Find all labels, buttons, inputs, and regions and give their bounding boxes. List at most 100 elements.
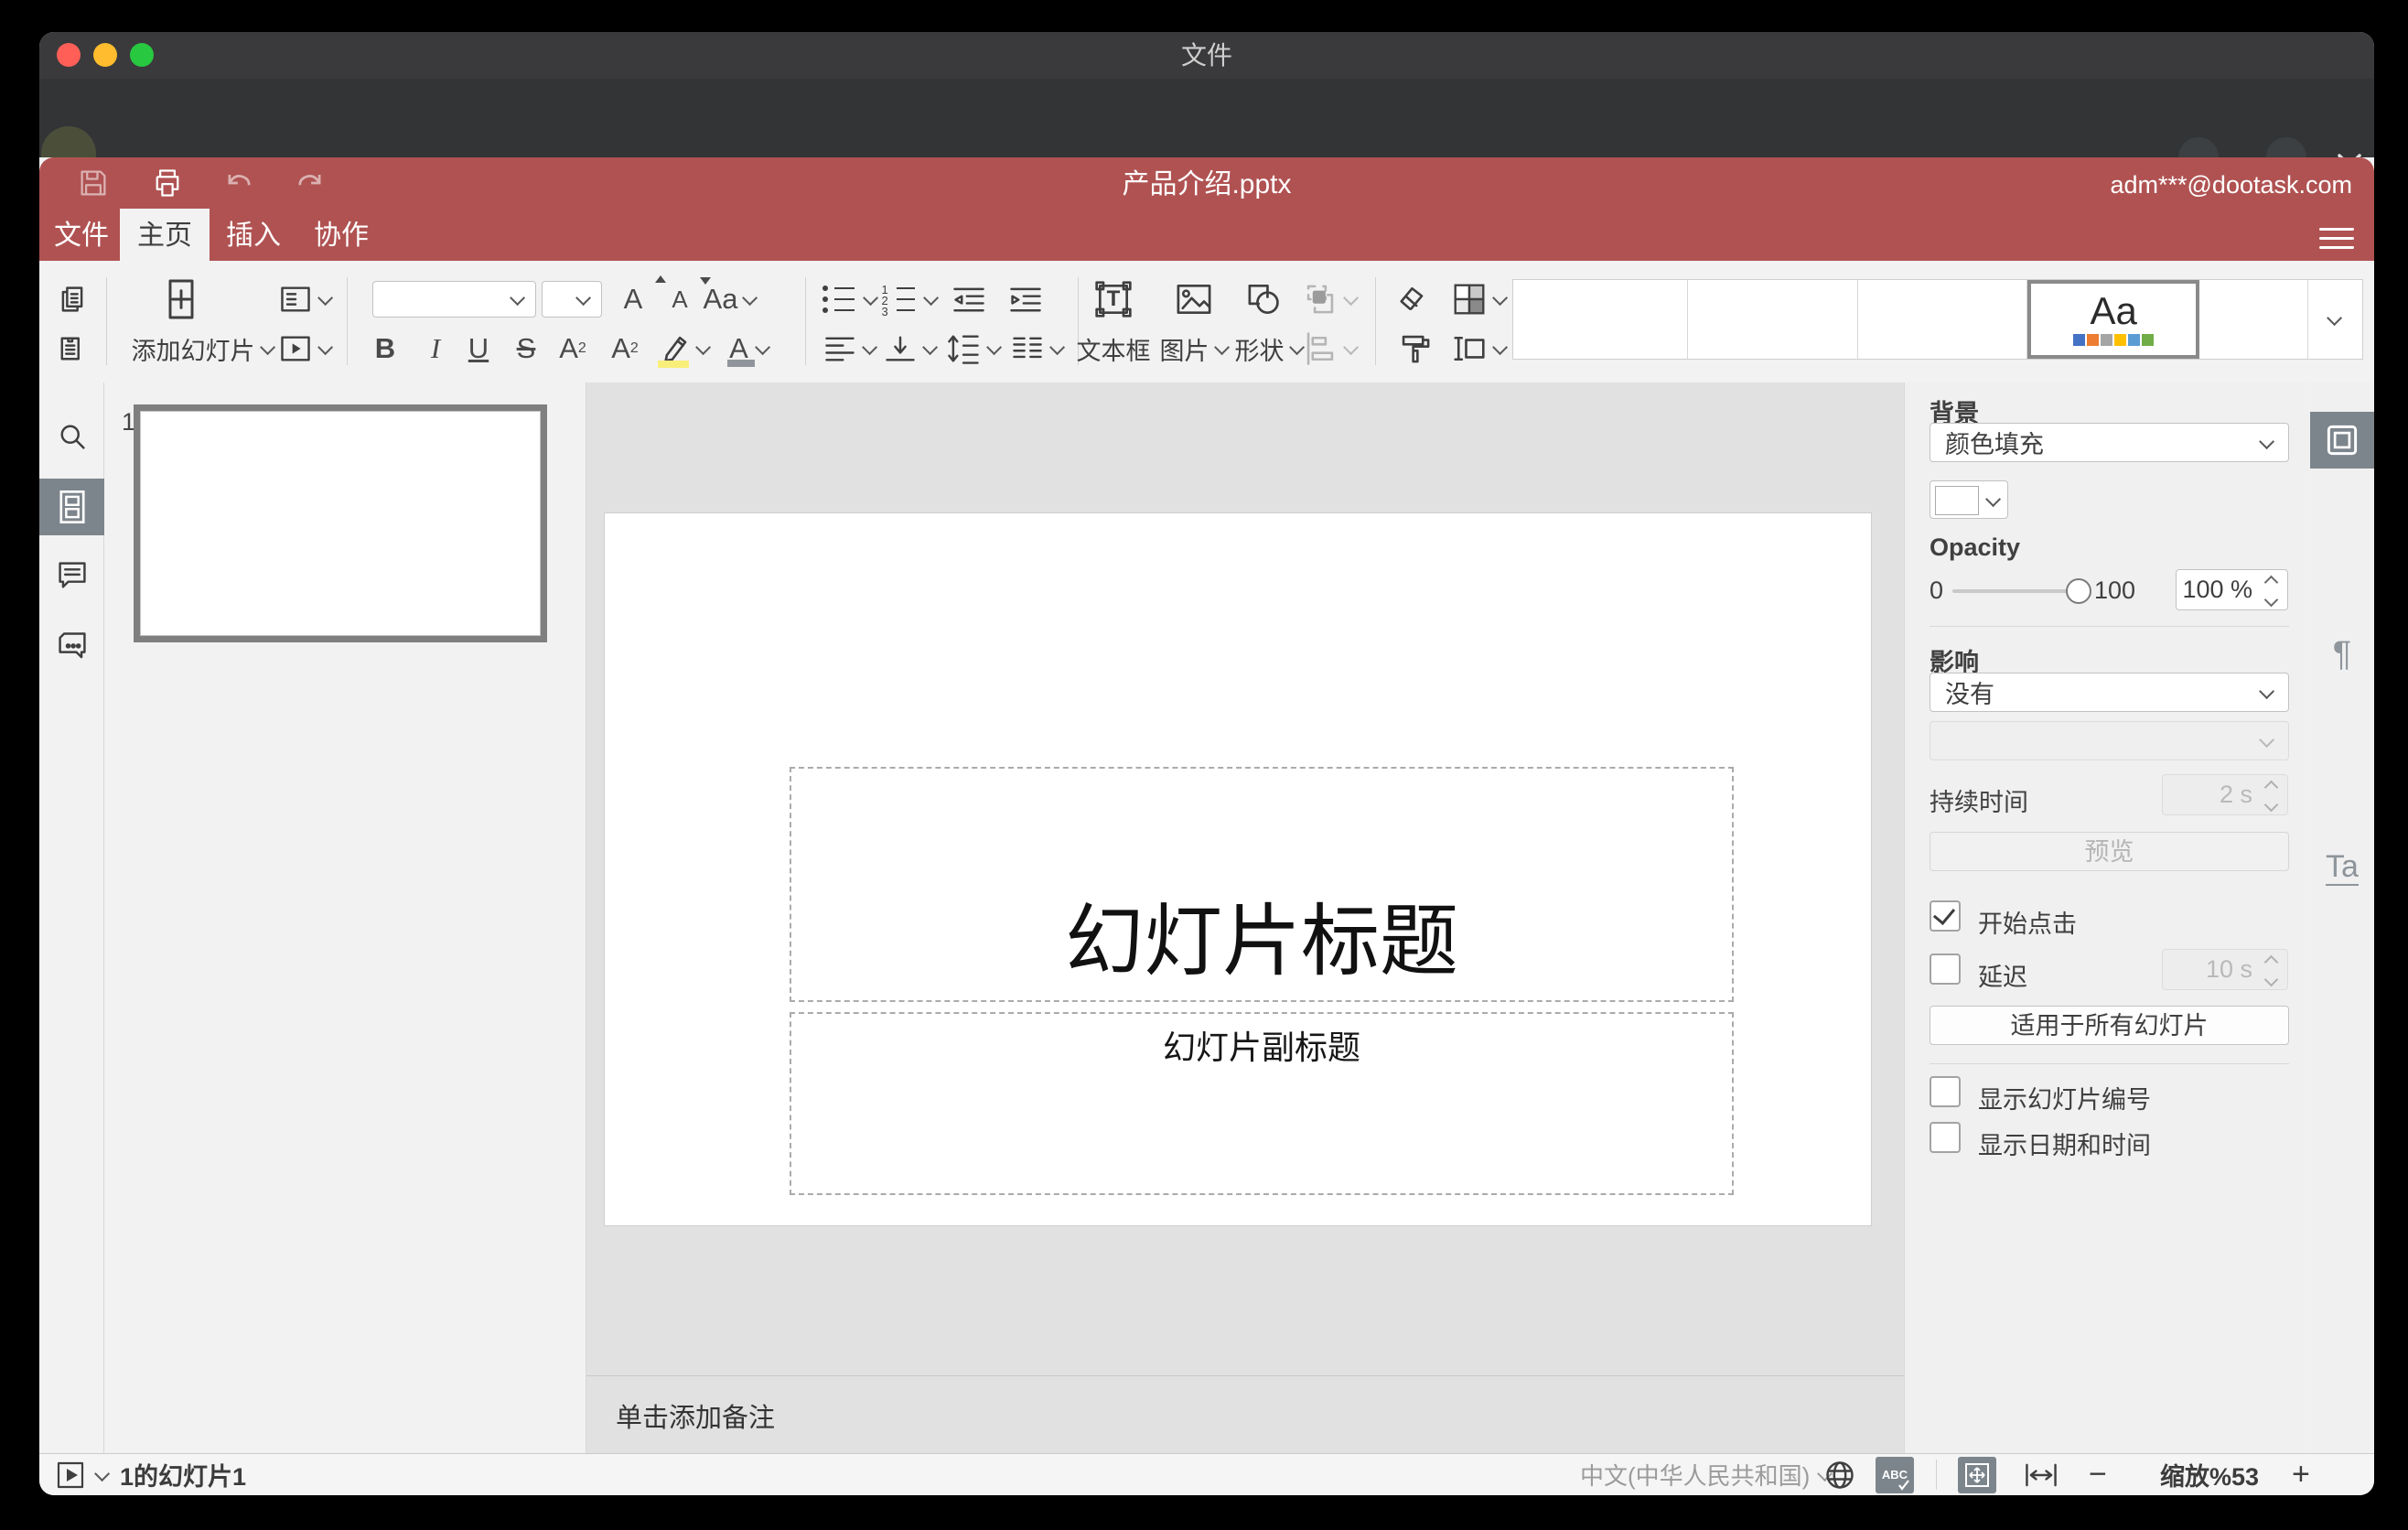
notes-placeholder[interactable]: 单击添加备注 xyxy=(616,1396,775,1435)
rail-shape-settings-button[interactable] xyxy=(2310,483,2374,540)
copy-button[interactable] xyxy=(52,279,92,319)
decrease-font-icon: A xyxy=(672,285,688,313)
bold-button[interactable]: B xyxy=(365,329,405,369)
select-tool-button[interactable] xyxy=(1388,279,1443,319)
fit-to-width-button[interactable] xyxy=(2023,1454,2059,1495)
effect-select[interactable]: 没有 xyxy=(1930,673,2289,712)
tab-file[interactable]: 文件 xyxy=(47,209,116,261)
close-icon[interactable] xyxy=(2329,145,2370,157)
fit-to-slide-button[interactable] xyxy=(1958,1454,1996,1495)
opacity-spinner[interactable]: 100 % xyxy=(2176,569,2288,610)
textbox-button[interactable]: T xyxy=(1071,279,1156,319)
slide-editor[interactable]: 幻灯片标题 幻灯片副标题 xyxy=(604,512,1872,1226)
align-objects-icon xyxy=(1306,332,1333,365)
start-slideshow-status-button[interactable] xyxy=(56,1454,111,1495)
set-language-button[interactable] xyxy=(1823,1454,1856,1495)
arrange-button[interactable] xyxy=(1296,279,1362,319)
opacity-slider-knob[interactable] xyxy=(2066,578,2091,604)
title-placeholder[interactable]: 幻灯片标题 xyxy=(790,767,1734,1002)
menu-icon[interactable] xyxy=(2319,221,2354,249)
slide-size-button[interactable] xyxy=(1442,329,1515,369)
paste-button[interactable] xyxy=(52,329,92,369)
titlebar: 文件 xyxy=(39,32,2374,80)
theme-thumbnail[interactable] xyxy=(2199,280,2308,359)
apply-to-all-button[interactable]: 适用于所有幻灯片 xyxy=(1930,1006,2289,1045)
font-name-input[interactable] xyxy=(372,281,536,318)
background-color-picker[interactable] xyxy=(1930,480,2008,519)
insert-image-button[interactable] xyxy=(1157,279,1231,319)
theme-thumbnail-selected[interactable]: Aa xyxy=(2027,280,2200,359)
start-slideshow-button[interactable] xyxy=(275,329,334,369)
sidebar-slides-button[interactable] xyxy=(39,479,104,535)
slide-layout-button[interactable] xyxy=(275,279,334,319)
font-color-button[interactable]: A xyxy=(718,329,779,369)
add-slide-dropdown[interactable]: 添加幻灯片 xyxy=(127,329,278,369)
background-fill-select[interactable]: 颜色填充 xyxy=(1930,423,2289,462)
rail-chart-settings-button[interactable] xyxy=(2310,769,2374,825)
strikethrough-button[interactable]: S xyxy=(506,329,546,369)
font-size-input[interactable] xyxy=(542,281,602,318)
rail-table-settings-button[interactable] xyxy=(2310,697,2374,754)
subtitle-placeholder[interactable]: 幻灯片副标题 xyxy=(790,1012,1734,1195)
increase-indent-button[interactable] xyxy=(1002,279,1049,319)
align-objects-button[interactable] xyxy=(1296,329,1362,369)
vertical-align-button[interactable] xyxy=(877,329,941,369)
horizontal-align-button[interactable] xyxy=(817,329,881,369)
tab-home[interactable]: 主页 xyxy=(120,209,210,261)
increase-font-button[interactable]: A xyxy=(611,275,666,319)
rail-image-settings-button[interactable] xyxy=(2310,555,2374,611)
zoom-value[interactable]: 缩放%53 xyxy=(2155,1454,2264,1495)
zoom-in-button[interactable]: + xyxy=(2292,1454,2310,1495)
subscript-button[interactable]: A2 xyxy=(602,329,648,369)
chevron-down-icon xyxy=(862,290,878,307)
start-on-click-checkbox[interactable] xyxy=(1930,900,1961,932)
rail-paragraph-settings-button[interactable]: ¶ xyxy=(2310,626,2374,683)
theme-gallery-expand[interactable] xyxy=(2308,280,2362,359)
show-slide-number-label: 显示幻灯片编号 xyxy=(1978,1086,2151,1114)
sidebar-search-button[interactable] xyxy=(39,408,104,465)
add-slide-button[interactable] xyxy=(154,279,209,319)
tab-insert[interactable]: 插入 xyxy=(219,209,288,261)
start-on-click-label: 开始点击 xyxy=(1978,910,2077,938)
theme-thumbnail[interactable] xyxy=(1858,280,2028,359)
italic-button[interactable]: I xyxy=(415,329,456,369)
rail-slide-settings-button[interactable] xyxy=(2310,412,2374,469)
numbered-list-icon: 1 2 3 xyxy=(882,283,919,318)
sidebar-chat-button[interactable] xyxy=(39,619,104,675)
delay-checkbox[interactable] xyxy=(1930,954,1961,985)
theme-thumbnail[interactable] xyxy=(1513,280,1688,359)
spinner-arrows-icon[interactable] xyxy=(2263,575,2279,608)
account-email[interactable]: adm***@dootask.com xyxy=(2110,157,2352,209)
chevron-down-icon xyxy=(1342,290,1359,307)
insert-shape-button[interactable] xyxy=(1229,279,1302,319)
slide-subtitle-text[interactable]: 幻灯片副标题 xyxy=(1163,1014,1360,1069)
show-date-checkbox[interactable] xyxy=(1930,1122,1961,1153)
slide-title-text[interactable]: 幻灯片标题 xyxy=(1065,877,1458,1000)
line-spacing-button[interactable] xyxy=(940,329,1005,369)
zoom-out-button[interactable]: − xyxy=(2089,1454,2107,1495)
copy-style-button[interactable] xyxy=(1388,329,1443,369)
highlight-color-button[interactable] xyxy=(650,329,715,369)
change-case-button[interactable]: Aa xyxy=(694,279,766,319)
underline-button[interactable]: U xyxy=(458,329,499,369)
numbered-list-button[interactable]: 1 2 3 xyxy=(877,279,941,319)
opacity-slider-track[interactable] xyxy=(1952,589,2079,593)
host-header xyxy=(39,79,2374,157)
bullet-list-button[interactable] xyxy=(817,279,881,319)
rail-textart-settings-button[interactable]: Ta xyxy=(2310,840,2374,897)
columns-button[interactable] xyxy=(1004,329,1070,369)
theme-thumbnail[interactable] xyxy=(1688,280,1858,359)
paragraph-icon: ¶ xyxy=(2332,634,2352,673)
sidebar-comments-button[interactable] xyxy=(39,547,104,604)
slide-canvas[interactable]: 幻灯片标题 幻灯片副标题 xyxy=(586,382,1904,1453)
tab-collaboration[interactable]: 协作 xyxy=(306,209,376,261)
notes-area[interactable]: 单击添加备注 xyxy=(586,1375,1904,1453)
show-slide-number-checkbox[interactable] xyxy=(1930,1076,1961,1107)
language-selector[interactable]: 中文(中华人民共和国) xyxy=(1580,1454,1833,1495)
spellcheck-button[interactable]: ABC xyxy=(1876,1454,1914,1495)
superscript-button[interactable]: A2 xyxy=(550,329,596,369)
decrease-indent-button[interactable] xyxy=(945,279,993,319)
delay-label: 延迟 xyxy=(1978,964,2027,991)
color-scheme-button[interactable] xyxy=(1442,279,1515,319)
slide-thumbnail-selected[interactable] xyxy=(134,404,547,642)
